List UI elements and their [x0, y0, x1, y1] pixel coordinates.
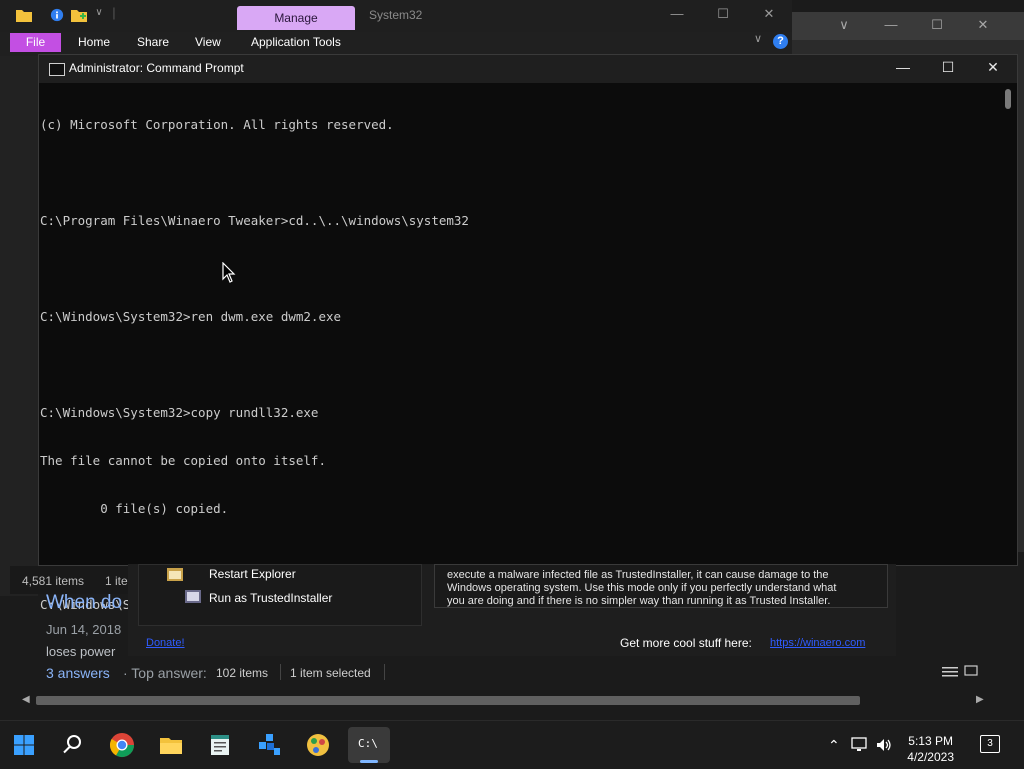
- notification-center-icon[interactable]: 3: [980, 735, 1000, 753]
- maximize-icon[interactable]: ☐: [927, 17, 947, 33]
- console-line: (c) Microsoft Corporation. All rights re…: [40, 117, 394, 132]
- tree-item-run-as-trustedinstaller[interactable]: Run as TrustedInstaller: [209, 591, 332, 605]
- tweaker-footer: Donate! Get more cool stuff here: https:…: [128, 634, 896, 654]
- notepad-icon[interactable]: [206, 731, 234, 759]
- new-folder-icon[interactable]: [71, 8, 87, 22]
- console-icon: [49, 63, 65, 76]
- active-indicator: [360, 760, 378, 763]
- tree-item-restart-explorer[interactable]: Restart Explorer: [209, 567, 296, 581]
- cmd-titlebar[interactable]: Administrator: Command Prompt — ☐ ✕: [39, 55, 1017, 83]
- close-icon[interactable]: ✕: [983, 59, 1003, 76]
- winaero-icon[interactable]: [255, 731, 283, 759]
- winaero-tweaker-window: Restart Explorer Run as TrustedInstaller…: [128, 564, 896, 656]
- clock-date[interactable]: 4/2/2023: [898, 750, 954, 764]
- file-explorer-icon[interactable]: [157, 731, 185, 759]
- tab-manage[interactable]: Manage: [237, 6, 355, 30]
- donate-link[interactable]: Donate!: [146, 637, 185, 649]
- details-view-icon[interactable]: [942, 666, 958, 678]
- tab-home[interactable]: Home: [78, 35, 110, 49]
- description-line: execute a malware infected file as Trust…: [447, 569, 829, 581]
- console-line: C:\Windows\System32>copy rundll32.exe: [40, 405, 319, 420]
- description-line: Windows operating system. Use this mode …: [447, 582, 837, 594]
- close-icon[interactable]: ✕: [973, 17, 993, 33]
- scroll-right-icon[interactable]: ▶: [976, 694, 984, 705]
- explorer-window: ∨ | Manage System32 — ☐ ✕ Home Share Vie…: [0, 0, 792, 60]
- maximize-icon[interactable]: ☐: [713, 6, 733, 22]
- horizontal-scrollbar[interactable]: ◀ ▶: [18, 692, 988, 710]
- tab-application-tools[interactable]: Application Tools: [251, 35, 341, 49]
- search-icon[interactable]: [58, 731, 86, 759]
- scroll-left-icon[interactable]: ◀: [22, 694, 30, 705]
- winaero-link[interactable]: https://winaero.com: [770, 637, 865, 649]
- toolbar-divider: |: [112, 5, 116, 20]
- maximize-icon[interactable]: ☐: [938, 59, 958, 76]
- explorer-status-bar-2: 102 items 1 item selected: [208, 660, 1008, 684]
- taskbar-cmd-button[interactable]: C:\: [348, 727, 390, 763]
- large-icons-view-icon[interactable]: [964, 665, 978, 677]
- description-line: you are doing and if there is no simpler…: [447, 595, 831, 607]
- console-line: C:\Windows\System32>ren dwm.exe dwm2.exe: [40, 309, 342, 324]
- chrome-icon[interactable]: [108, 731, 136, 759]
- folder-icon[interactable]: [16, 8, 32, 22]
- network-icon[interactable]: [851, 737, 869, 753]
- chevron-down-icon[interactable]: ∨: [834, 17, 854, 33]
- background-window-left: [0, 56, 38, 596]
- tweak-description: execute a malware infected file as Trust…: [434, 564, 888, 608]
- window-title: System32: [369, 8, 423, 22]
- info-icon[interactable]: [49, 8, 65, 22]
- console-line: 0 file(s) copied.: [40, 501, 229, 516]
- tab-file[interactable]: File: [10, 33, 61, 52]
- command-prompt-window[interactable]: Administrator: Command Prompt — ☐ ✕ (c) …: [38, 54, 1018, 612]
- explorer-titlebar: ∨ | Manage System32 — ☐ ✕: [0, 0, 792, 32]
- trusted-installer-icon: [185, 590, 201, 603]
- selected-count: 1 ite: [105, 574, 128, 588]
- console-output[interactable]: (c) Microsoft Corporation. All rights re…: [40, 85, 1000, 612]
- top-answer-label: · Top answer:: [123, 665, 207, 681]
- close-icon[interactable]: ✕: [759, 6, 779, 22]
- help-icon[interactable]: ?: [773, 34, 788, 49]
- scrollbar-thumb[interactable]: [1005, 89, 1011, 109]
- volume-icon[interactable]: [875, 737, 893, 753]
- taskbar: C:\ ⌃ 5:13 PM 4/2/2023 3: [0, 720, 1024, 769]
- scrollbar-thumb[interactable]: [36, 696, 860, 705]
- console-line: The file cannot be copied onto itself.: [40, 453, 326, 468]
- ribbon-expand-icon[interactable]: ∨: [748, 32, 768, 45]
- console-icon: C:\: [358, 737, 378, 750]
- cmd-scrollbar[interactable]: [1001, 85, 1015, 563]
- tab-view[interactable]: View: [195, 35, 221, 49]
- result-title-link[interactable]: When do: [46, 592, 122, 614]
- minimize-icon[interactable]: —: [881, 17, 901, 32]
- tab-share[interactable]: Share: [137, 35, 169, 49]
- chevron-up-icon[interactable]: ⌃: [828, 737, 840, 754]
- result-date: Jun 14, 2018: [46, 622, 122, 637]
- cmd-window-title: Administrator: Command Prompt: [69, 61, 244, 75]
- clock-time[interactable]: 5:13 PM: [905, 734, 953, 748]
- background-titlebar: ∨ — ☐ ✕: [792, 12, 1024, 40]
- result-text: loses power: [46, 644, 116, 659]
- ribbon-tabs: Home Share View Application Tools ∨: [0, 32, 792, 54]
- mouse-pointer-icon: [222, 262, 236, 283]
- paint-icon[interactable]: [304, 731, 332, 759]
- tweaks-tree: Restart Explorer Run as TrustedInstaller: [138, 564, 422, 626]
- windows-logo-icon[interactable]: [10, 731, 38, 759]
- minimize-icon[interactable]: —: [893, 59, 913, 75]
- status-divider: [384, 664, 385, 680]
- item-count: 4,581 items: [22, 574, 85, 588]
- status-divider: [280, 664, 281, 680]
- explorer-window-icon: [167, 568, 183, 581]
- item-count: 102 items: [216, 666, 269, 680]
- answers-link[interactable]: 3 answers: [46, 665, 110, 681]
- minimize-icon[interactable]: —: [667, 6, 687, 21]
- selected-count: 1 item selected: [290, 666, 371, 680]
- console-line: C:\Program Files\Winaero Tweaker>cd..\..…: [40, 213, 469, 228]
- get-more-label: Get more cool stuff here:: [620, 636, 752, 650]
